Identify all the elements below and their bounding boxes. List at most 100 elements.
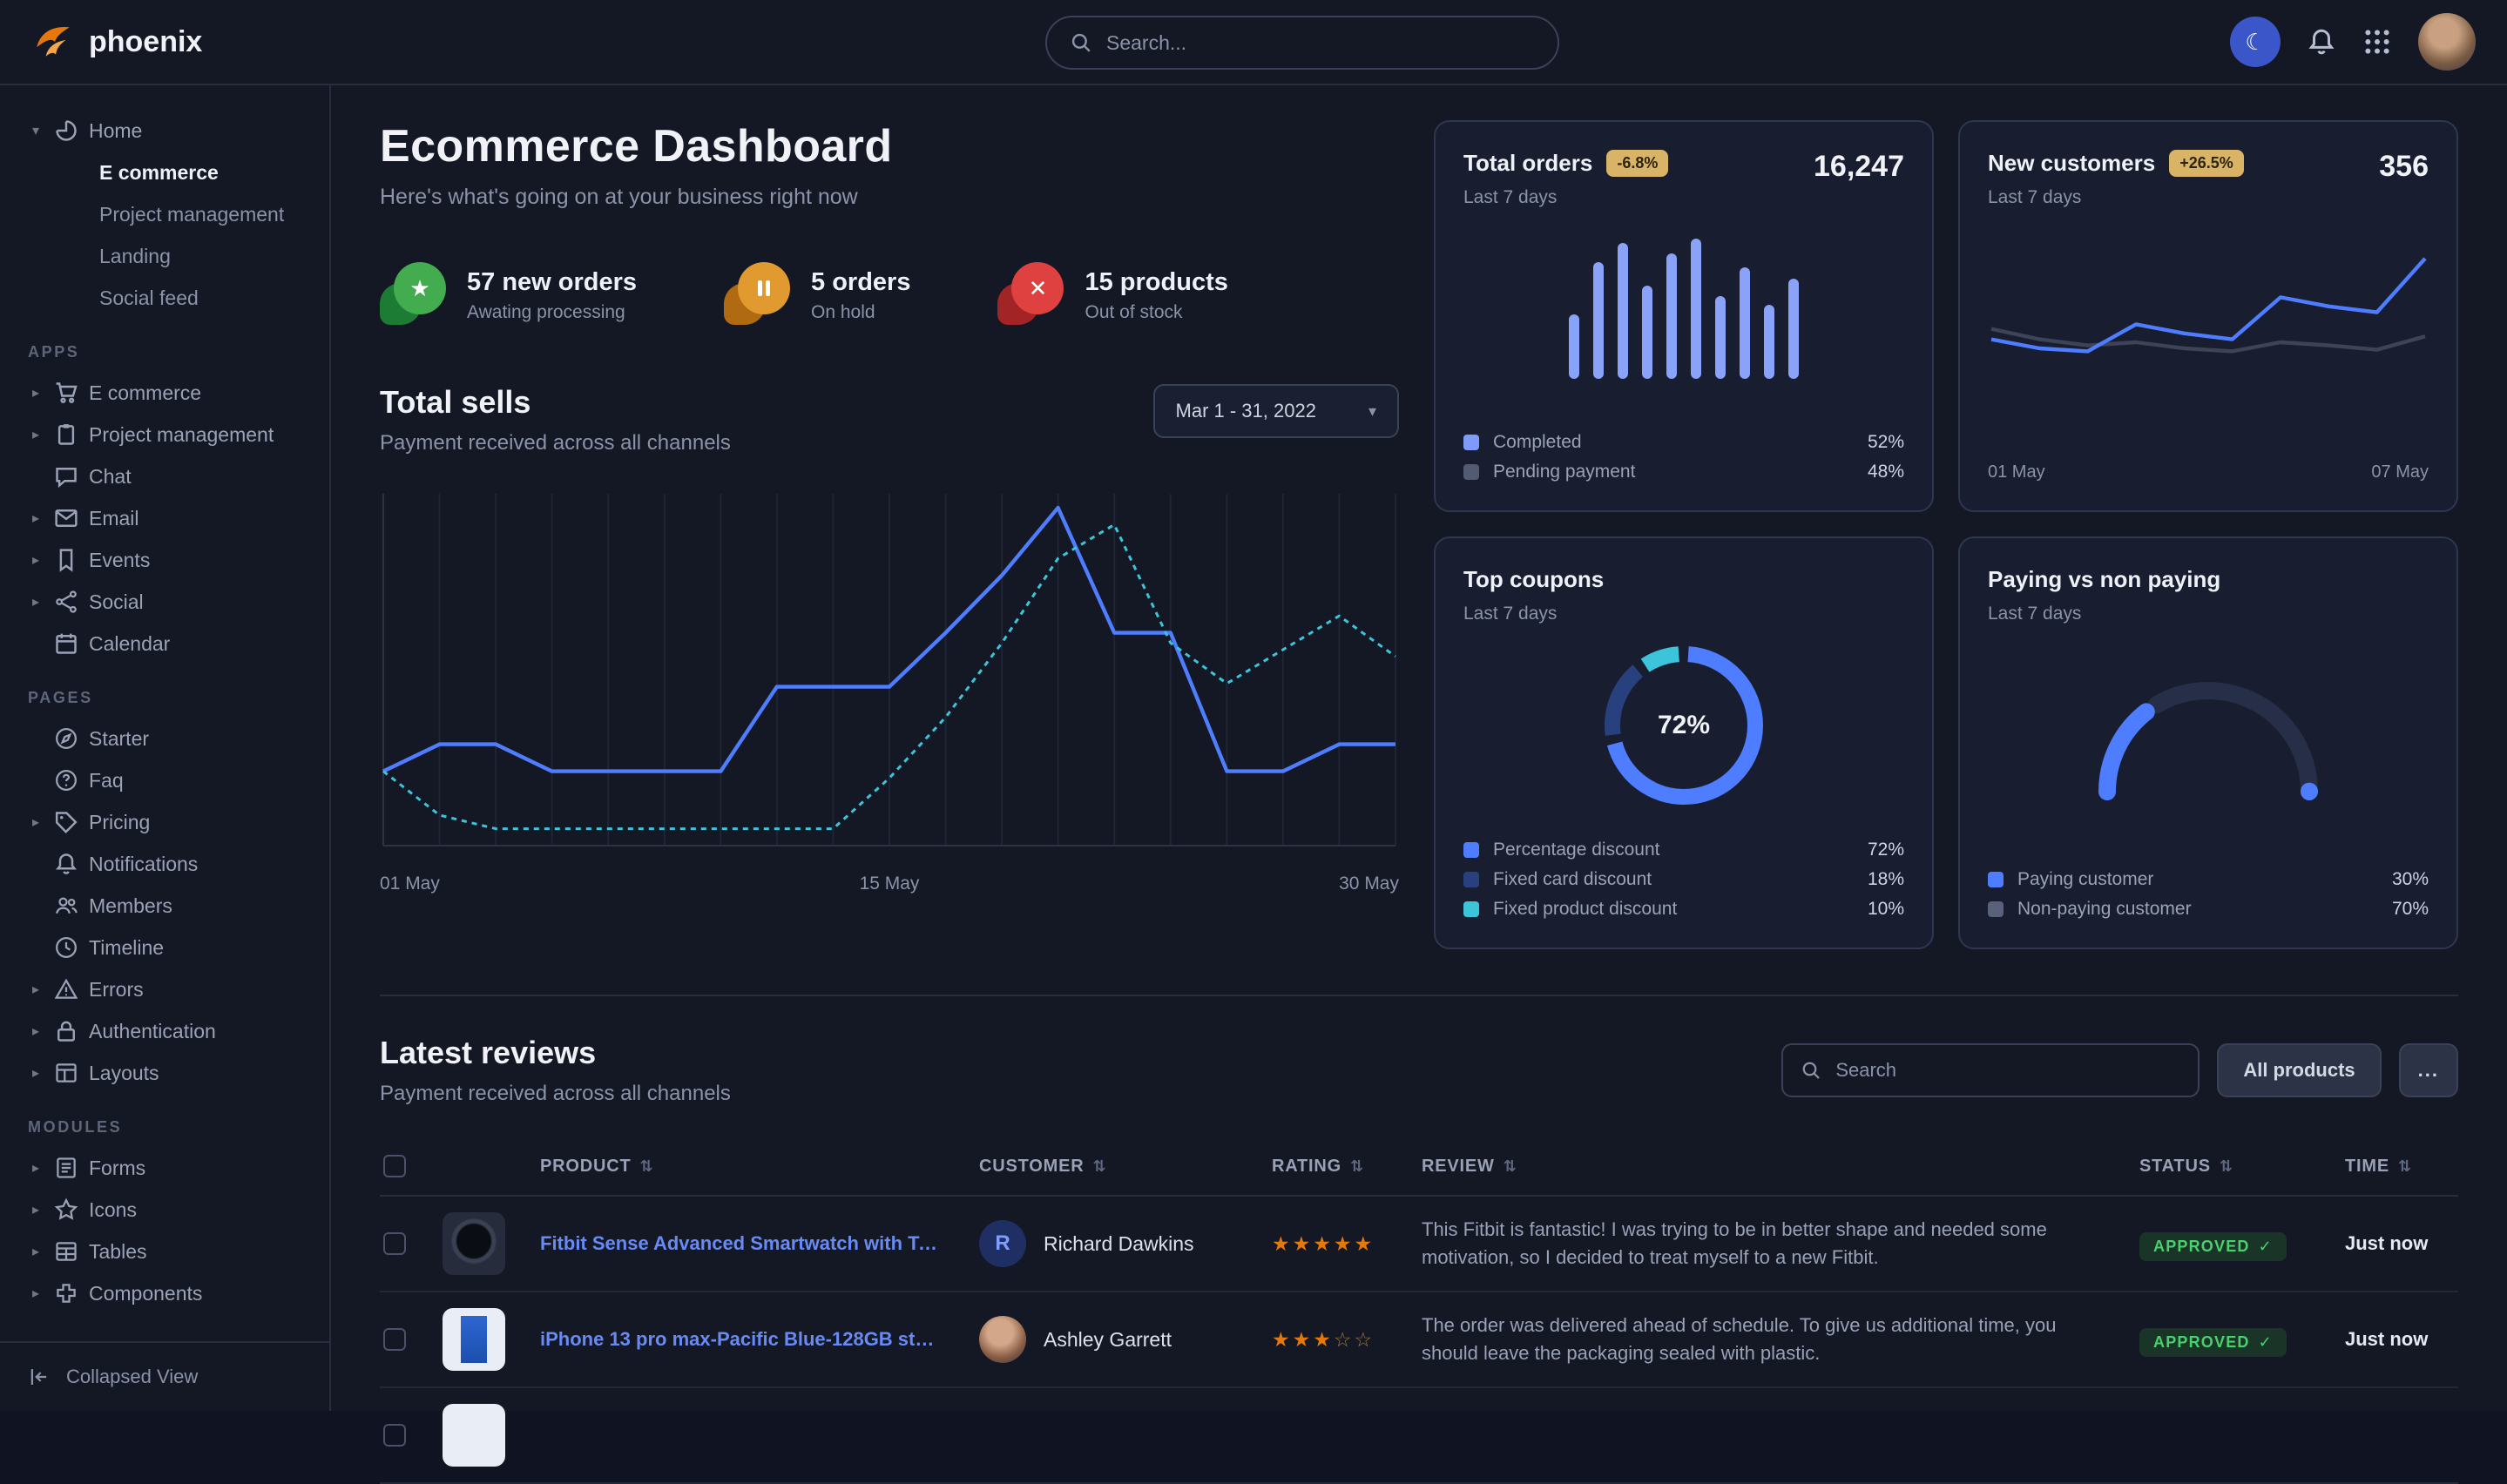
row-checkbox[interactable] [383, 1232, 406, 1255]
sort-icon: ⇅ [1350, 1157, 1364, 1176]
x-label: 15 May [860, 874, 920, 894]
collapsed-view-toggle[interactable]: Collapsed View [0, 1341, 329, 1411]
sidebar-item-starter[interactable]: Starter [17, 718, 312, 759]
notifications-button[interactable] [2307, 27, 2336, 57]
reviews-search[interactable] [1781, 1043, 2200, 1097]
total-orders-badge: -6.8% [1606, 150, 1668, 177]
product-link[interactable]: iPhone 13 pro max-Pacific Blue-128GB sto… [540, 1328, 979, 1351]
column-review[interactable]: REVIEW⇅ [1422, 1157, 2139, 1177]
bar [1764, 305, 1774, 379]
sidebar-item-chat[interactable]: Chat [17, 455, 312, 497]
sidebar-item-tables[interactable]: ▸Tables [17, 1231, 312, 1272]
sidebar-item-label: Home [89, 119, 142, 143]
total-orders-legend: Completed52%Pending payment48% [1463, 432, 1904, 482]
sidebar-item-email[interactable]: ▸Email [17, 497, 312, 539]
sidebar-item-e-commerce[interactable]: ▸E commerce [17, 372, 312, 414]
date-range-select[interactable]: Mar 1 - 31, 2022 ▾ [1153, 384, 1399, 438]
bar [1593, 262, 1604, 379]
theme-toggle-button[interactable]: ☾ [2230, 17, 2281, 67]
sidebar-item-forms[interactable]: ▸Forms [17, 1147, 312, 1189]
sort-icon: ⇅ [1504, 1157, 1517, 1176]
more-actions-button[interactable]: ... [2399, 1043, 2458, 1097]
sidebar-section-label-pages: PAGES [28, 689, 312, 707]
legend-swatch [1463, 872, 1479, 887]
apps-grid-button[interactable] [2362, 27, 2392, 57]
sidebar-item-label: Email [89, 507, 139, 530]
sidebar-item-label: Events [89, 549, 150, 572]
sidebar-item-social[interactable]: ▸Social [17, 581, 312, 623]
brand[interactable]: phoenix [31, 20, 202, 64]
row-checkbox[interactable] [383, 1328, 406, 1351]
column-product[interactable]: PRODUCT⇅ [540, 1157, 979, 1177]
sidebar-subitem-landing[interactable]: Landing [17, 235, 312, 277]
app-root: phoenix ☾ ▾HomeE commerceProject managem… [0, 0, 2507, 1411]
reviews-search-input[interactable] [1835, 1059, 2180, 1082]
sidebar-item-notifications[interactable]: Notifications [17, 843, 312, 885]
new-customers-badge: +26.5% [2169, 150, 2244, 177]
column-status[interactable]: STATUS⇅ [2139, 1157, 2345, 1177]
sidebar-item-pricing[interactable]: ▸Pricing [17, 801, 312, 843]
legend-fixed-product-discount: Fixed product discount10% [1463, 899, 1904, 920]
sidebar-item-authentication[interactable]: ▸ Authentication [17, 1010, 312, 1052]
status-badge: APPROVED✓ [2139, 1232, 2287, 1261]
collapse-icon [28, 1366, 51, 1388]
user-avatar[interactable] [2418, 13, 2476, 71]
row-checkbox[interactable] [383, 1424, 406, 1447]
customer-name: Ashley Garrett [1044, 1328, 1172, 1352]
sidebar-item-calendar[interactable]: Calendar [17, 623, 312, 664]
customer-name: Richard Dawkins [1044, 1232, 1194, 1256]
sidebar-item-faq[interactable]: Faq [17, 759, 312, 801]
product-link[interactable]: Fitbit Sense Advanced Smartwatch with To… [540, 1232, 979, 1255]
sidebar-item-label: Calendar [89, 632, 170, 656]
select-all-checkbox[interactable] [383, 1155, 406, 1177]
legend-swatch [1463, 901, 1479, 917]
sidebar-item-errors[interactable]: ▸Errors [17, 968, 312, 1010]
pause-stat-icon [724, 262, 790, 325]
sidebar-item-label: Tables [89, 1240, 146, 1264]
new-customers-chart [1988, 236, 2429, 407]
bar [1715, 296, 1726, 379]
legend-swatch [1463, 435, 1479, 450]
column-time[interactable]: TIME⇅ [2345, 1157, 2458, 1177]
sidebar-item-icons[interactable]: ▸Icons [17, 1189, 312, 1231]
x-stat-icon: ✕ [997, 262, 1064, 325]
card-title: Total orders [1463, 150, 1592, 177]
customer-cell: Ashley Garrett [979, 1316, 1272, 1363]
caret-right-icon: ▸ [28, 1022, 44, 1040]
legend-swatch [1463, 464, 1479, 480]
stat-15-products: ✕15 productsOut of stock [997, 262, 1227, 325]
search-input[interactable] [1106, 31, 1535, 55]
sidebar-subitem-e-commerce[interactable]: E commerce [17, 152, 312, 193]
bar [1666, 253, 1677, 379]
sidebar-item-home[interactable]: ▾Home [17, 110, 312, 152]
sidebar-item-members[interactable]: Members [17, 885, 312, 927]
x-label: 01 May [380, 874, 440, 894]
legend-swatch [1988, 872, 2004, 887]
sidebar-item-components[interactable]: ▸Components [17, 1272, 312, 1314]
sidebar-item-label: E commerce [89, 381, 201, 405]
card-period: Last 7 days [1988, 604, 2220, 624]
sidebar-item-project-management[interactable]: ▸Project management [17, 414, 312, 455]
column-rating[interactable]: RATING⇅ [1272, 1157, 1422, 1177]
legend-value: 52% [1868, 432, 1904, 453]
sidebar-subitem-project-management[interactable]: Project management [17, 193, 312, 235]
stat-title: 15 products [1085, 268, 1227, 296]
legend-swatch [1988, 901, 2004, 917]
sidebar-item-label: Authentication [89, 1020, 216, 1043]
table-row: iPhone 13 pro max-Pacific Blue-128GB sto… [380, 1292, 2458, 1388]
sidebar-item-layouts[interactable]: ▸Layouts [17, 1052, 312, 1094]
top-coupons-donut-chart: 72% [1463, 638, 1904, 813]
legend-label: Fixed product discount [1493, 899, 1677, 920]
sidebar-subitem-social-feed[interactable]: Social feed [17, 277, 312, 319]
all-products-button[interactable]: All products [2217, 1043, 2381, 1097]
sidebar-item-timeline[interactable]: Timeline [17, 927, 312, 968]
legend-label: Paying customer [2017, 869, 2153, 890]
sidebar-item-events[interactable]: ▸Events [17, 539, 312, 581]
customer-avatar [979, 1316, 1026, 1363]
paying-card: Paying vs non paying Last 7 days Paying … [1958, 536, 2458, 949]
calendar-icon [54, 631, 78, 656]
customer-cell: R Richard Dawkins [979, 1220, 1272, 1267]
column-customer[interactable]: CUSTOMER⇅ [979, 1157, 1272, 1177]
global-search[interactable] [1045, 16, 1559, 70]
legend-pending-payment: Pending payment48% [1463, 462, 1904, 482]
